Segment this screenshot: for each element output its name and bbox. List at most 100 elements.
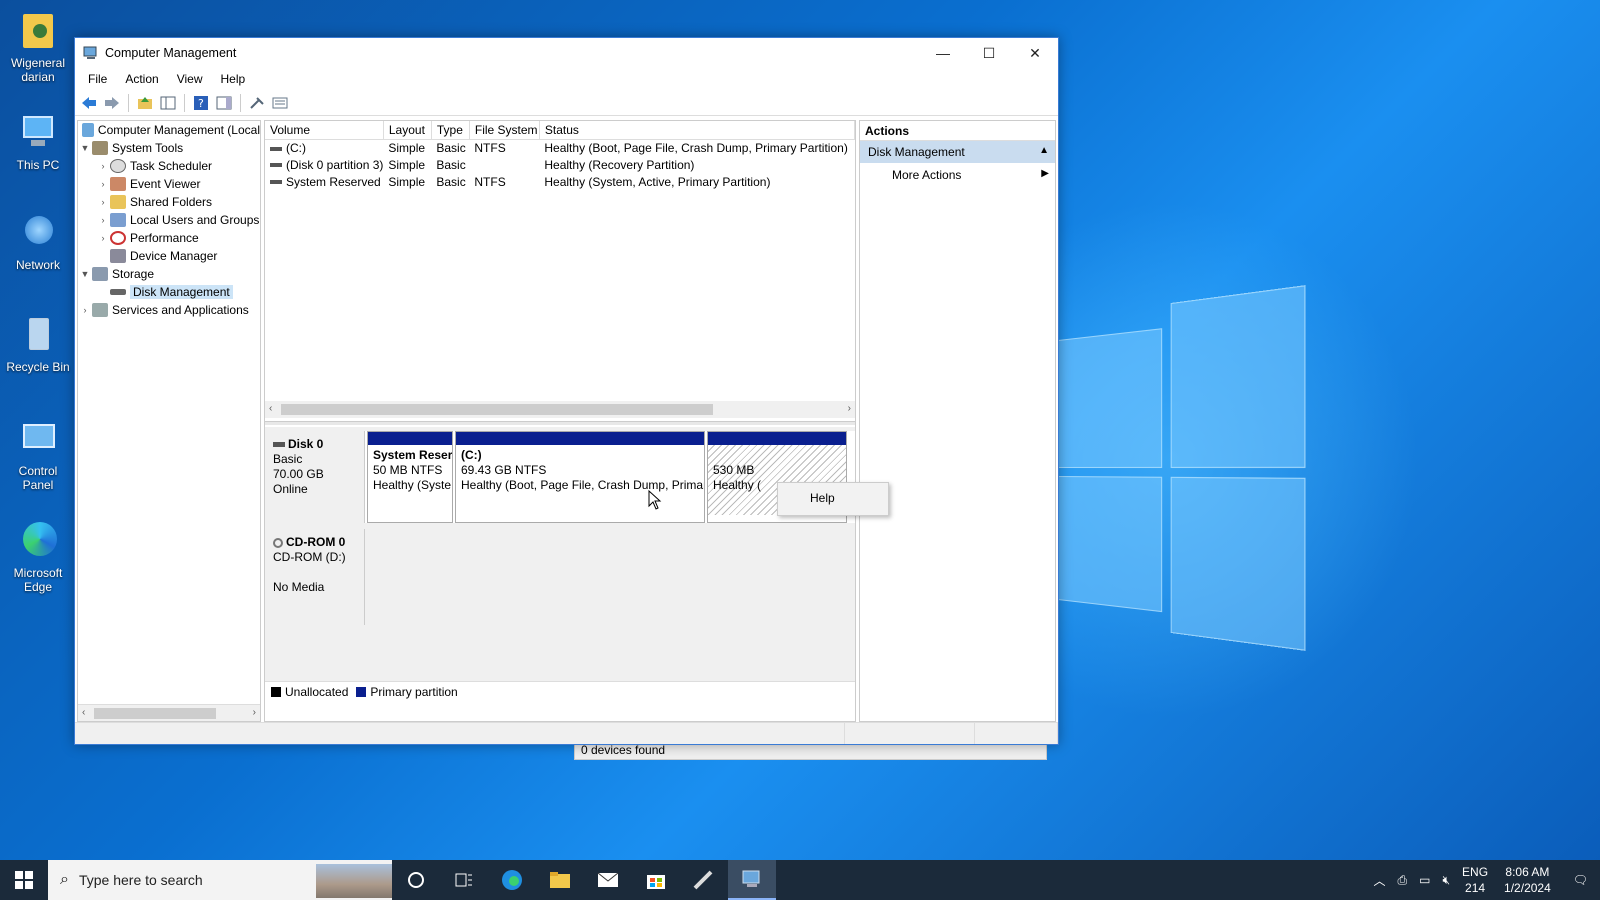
cortana-icon[interactable]: [392, 860, 440, 900]
desktop-icon-edge[interactable]: Microsoft Edge: [2, 520, 74, 594]
partition-system-reserved[interactable]: System Reser 50 MB NTFS Healthy (Syste: [367, 431, 453, 523]
show-hidden-icons-icon[interactable]: ︿: [1368, 872, 1392, 889]
tree-item-task-scheduler[interactable]: › Task Scheduler: [78, 157, 260, 175]
volume-list-horizontal-scrollbar[interactable]: ‹ ›: [265, 401, 855, 418]
meet-now-icon[interactable]: ⎙: [1392, 873, 1414, 888]
network-tray-icon[interactable]: ▭: [1413, 873, 1436, 887]
column-header-type[interactable]: Type: [431, 121, 470, 140]
recycle-bin-icon: [17, 314, 59, 356]
menu-action[interactable]: Action: [116, 72, 167, 86]
maximize-button[interactable]: ☐: [966, 38, 1012, 68]
computer-icon: [17, 112, 59, 154]
title-bar[interactable]: Computer Management — ☐ ✕: [75, 38, 1058, 68]
pane-splitter[interactable]: [265, 421, 855, 425]
minimize-button[interactable]: —: [920, 38, 966, 68]
menu-view[interactable]: View: [168, 72, 212, 86]
scroll-right-icon[interactable]: ›: [253, 707, 256, 718]
volume-muted-icon[interactable]: 🔇︎: [1436, 873, 1456, 888]
device-manager-icon: [110, 249, 126, 263]
pen-tool-icon[interactable]: [680, 860, 728, 900]
table-row[interactable]: (C:) Simple Basic NTFS Healthy (Boot, Pa…: [265, 139, 855, 156]
show-action-pane-icon[interactable]: [214, 93, 234, 113]
back-arrow-icon[interactable]: [79, 93, 99, 113]
start-button[interactable]: [0, 860, 48, 900]
clock[interactable]: 8:06 AM 1/2/2024: [1494, 864, 1561, 896]
chevron-right-icon[interactable]: ›: [96, 233, 110, 243]
computer-management-taskbar-icon[interactable]: [728, 860, 776, 900]
primary-partition-swatch: [356, 687, 367, 698]
connect-icon[interactable]: [247, 93, 267, 113]
tree-item-device-manager[interactable]: Device Manager: [78, 247, 260, 265]
notifications-icon[interactable]: 🗨︎: [1561, 873, 1600, 887]
taskbar-search[interactable]: ⌕ Type here to search: [48, 860, 392, 900]
help-icon[interactable]: ?: [191, 93, 211, 113]
tree-item-storage[interactable]: ▼ Storage: [78, 265, 260, 283]
edge-taskbar-icon[interactable]: [488, 860, 536, 900]
tree-item-label: Local Users and Groups: [130, 213, 260, 227]
chevron-right-icon[interactable]: ›: [96, 215, 110, 225]
menu-file[interactable]: File: [79, 72, 116, 86]
cell-status: Healthy (Boot, Page File, Crash Dump, Pr…: [544, 140, 848, 155]
language-indicator[interactable]: ENG 214: [1456, 864, 1494, 896]
chevron-right-icon[interactable]: ›: [78, 305, 92, 315]
scroll-left-icon[interactable]: ‹: [269, 403, 272, 414]
partition-c[interactable]: (C:) 69.43 GB NTFS Healthy (Boot, Page F…: [455, 431, 705, 523]
device-popup-text: 0 devices found: [581, 743, 666, 757]
actions-section-disk-management[interactable]: Disk Management ▲: [860, 141, 1055, 163]
tree-item-services[interactable]: › Services and Applications: [78, 301, 260, 319]
users-icon: [110, 213, 126, 227]
tree-horizontal-scrollbar[interactable]: ‹ ›: [78, 704, 260, 721]
column-header-layout[interactable]: Layout: [383, 121, 432, 140]
tree-item-disk-management[interactable]: Disk Management: [78, 283, 260, 301]
desktop-icon-control-panel[interactable]: Control Panel: [2, 418, 74, 492]
mail-icon[interactable]: [584, 860, 632, 900]
cell-file-system: NTFS: [474, 174, 506, 189]
tree-item-performance[interactable]: › Performance: [78, 229, 260, 247]
chevron-right-icon[interactable]: ›: [96, 161, 110, 171]
actions-pane: Actions Disk Management ▲ More Actions ▶: [859, 120, 1056, 722]
file-explorer-icon[interactable]: [536, 860, 584, 900]
disk-legend: Unallocated Primary partition: [265, 681, 855, 701]
scroll-right-icon[interactable]: ›: [848, 403, 851, 414]
tree-item-local-users[interactable]: › Local Users and Groups: [78, 211, 260, 229]
more-actions-item[interactable]: More Actions ▶: [860, 163, 1055, 185]
chevron-right-icon[interactable]: ›: [96, 179, 110, 189]
desktop-icon-recycle-bin[interactable]: Recycle Bin: [2, 314, 74, 374]
chevron-down-icon[interactable]: ▼: [78, 143, 92, 153]
tree-item-system-tools[interactable]: ▼ System Tools: [78, 139, 260, 157]
properties-icon[interactable]: [270, 93, 290, 113]
tree-item-shared-folders[interactable]: › Shared Folders: [78, 193, 260, 211]
menu-help[interactable]: Help: [212, 72, 255, 86]
scroll-left-icon[interactable]: ‹: [82, 707, 85, 718]
collapse-up-icon[interactable]: ▲: [1039, 145, 1049, 156]
column-header-status[interactable]: Status: [539, 121, 856, 140]
search-highlight-image: [316, 864, 392, 898]
cdrom-0-label[interactable]: CD-ROM 0 CD-ROM (D:) No Media: [265, 529, 365, 625]
show-hide-tree-icon[interactable]: [158, 93, 178, 113]
column-header-file-system[interactable]: File System: [469, 121, 540, 140]
context-menu-help[interactable]: Help: [810, 491, 835, 505]
primary-partition-bar: [368, 432, 452, 445]
desktop-icon-this-pc[interactable]: This PC: [2, 112, 74, 172]
search-icon: ⌕: [60, 871, 69, 888]
tree-item-event-viewer[interactable]: › Event Viewer: [78, 175, 260, 193]
desktop-icon-label: Network: [15, 258, 60, 272]
column-header-volume[interactable]: Volume: [265, 121, 384, 140]
desktop-icon-user-folder[interactable]: Wigeneral darian: [2, 10, 74, 84]
store-icon[interactable]: [632, 860, 680, 900]
desktop-icon-network[interactable]: Network: [2, 212, 74, 272]
tree-root[interactable]: Computer Management (Local: [78, 121, 260, 139]
cell-file-system: [469, 156, 539, 173]
chevron-right-icon[interactable]: ›: [96, 197, 110, 207]
disk-0-label[interactable]: Disk 0 Basic 70.00 GB Online: [265, 431, 365, 523]
task-view-icon[interactable]: [440, 860, 488, 900]
table-row[interactable]: System Reserved Simple Basic NTFS Health…: [265, 173, 855, 190]
table-row[interactable]: (Disk 0 partition 3) Simple Basic Health…: [265, 156, 855, 173]
scrollbar-thumb[interactable]: [94, 708, 216, 719]
scrollbar-thumb[interactable]: [281, 404, 713, 415]
forward-arrow-icon[interactable]: [102, 93, 122, 113]
up-folder-icon[interactable]: [135, 93, 155, 113]
taskbar: ⌕ Type here to search ︿ ⎙ ▭ 🔇︎ ENG 214 8…: [0, 860, 1600, 900]
chevron-down-icon[interactable]: ▼: [78, 269, 92, 279]
close-button[interactable]: ✕: [1012, 38, 1058, 68]
